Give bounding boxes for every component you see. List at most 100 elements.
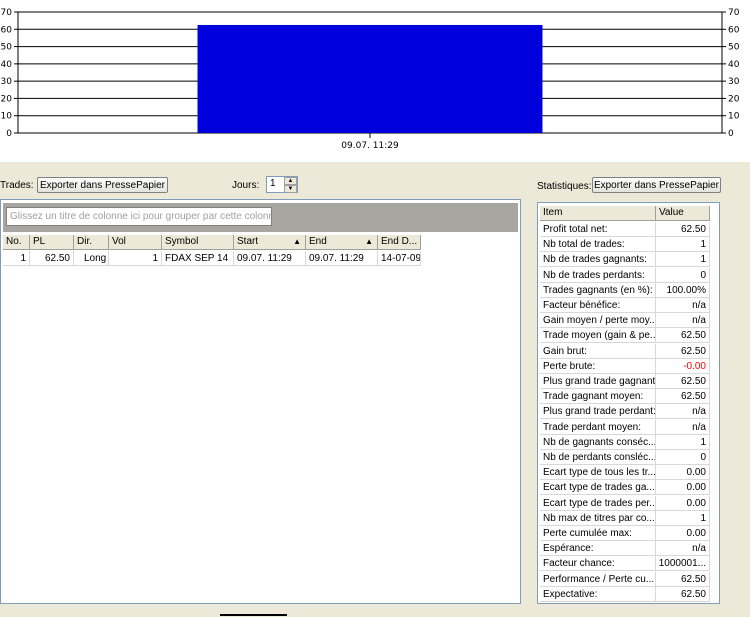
- col-header-start[interactable]: Start ▲: [234, 235, 306, 250]
- y-tick-label-left: 50: [1, 43, 13, 53]
- stats-item-label: Trade perdant moyen:: [540, 419, 656, 435]
- x-tick-label: 09.07. 11:29: [341, 141, 399, 151]
- stats-row[interactable]: Ecart type de trades per... 0.00: [540, 495, 710, 511]
- stats-item-value: 0: [656, 267, 710, 283]
- stats-item-value: 62.50: [656, 389, 710, 405]
- stats-row[interactable]: Expectative: 62.50: [540, 586, 710, 602]
- stats-row[interactable]: Espérance: n/a: [540, 541, 710, 557]
- y-tick-label-right: 10: [728, 112, 740, 122]
- stats-row[interactable]: Performance / Perte cu... 62.50: [540, 571, 710, 587]
- stats-item-value: 1: [656, 434, 710, 450]
- col-header-end[interactable]: End ▲: [306, 235, 378, 250]
- spin-up-icon[interactable]: ▲: [284, 177, 297, 185]
- stats-row[interactable]: Ecart type de tous les tr... 0.00: [540, 465, 710, 481]
- stats-item-value: 0.00: [656, 495, 710, 511]
- stats-row[interactable]: Trade perdant moyen: n/a: [540, 419, 710, 435]
- stats-row[interactable]: Nb de trades perdants: 0: [540, 267, 710, 283]
- stats-item-label: Ecart type de trades ga...: [540, 480, 656, 496]
- stats-item-value: 1000001...: [656, 556, 710, 572]
- days-label: Jours:: [232, 180, 260, 191]
- col-header-item[interactable]: Item: [540, 206, 656, 221]
- stats-row[interactable]: Perte cumulée max: 0.00: [540, 526, 710, 541]
- stats-item-value: 1: [656, 510, 710, 526]
- col-header-end-date[interactable]: End D...: [378, 235, 421, 250]
- stats-row[interactable]: Perte brute: -0.00: [540, 358, 710, 374]
- stats-item-label: Expectative:: [540, 586, 656, 602]
- stats-row[interactable]: Plus grand trade gagnant: 62.50: [540, 374, 710, 389]
- stats-export-button[interactable]: Exporter dans PressePapier: [592, 177, 721, 193]
- stats-item-label: Nb de perdants consléc...: [540, 450, 656, 465]
- splitter-handle[interactable]: [220, 614, 287, 616]
- stats-item-label: Gain moyen / perte moy...: [540, 313, 656, 329]
- cell-end: 09.07. 11:29: [306, 251, 378, 266]
- sort-asc-icon: ▲: [293, 237, 301, 246]
- y-tick-label-left: 10: [1, 112, 13, 122]
- cell-start: 09.07. 11:29: [234, 251, 306, 266]
- stats-row[interactable]: Profit total net: 62.50: [540, 222, 710, 237]
- stats-item-value: 100.00%: [656, 282, 710, 298]
- stats-item-label: Trades gagnants (en %):: [540, 282, 656, 298]
- stats-item-value: -0.00: [656, 358, 710, 374]
- col-header-dir[interactable]: Dir.: [74, 235, 109, 250]
- trades-grid[interactable]: Glissez un titre de colonne ici pour gro…: [0, 199, 521, 604]
- stats-item-label: Ecart type de tous les tr...: [540, 465, 656, 481]
- stats-item-label: Perte brute:: [540, 358, 656, 374]
- col-header-symbol[interactable]: Symbol: [162, 235, 234, 250]
- y-tick-label-right: 40: [728, 60, 740, 70]
- stats-row[interactable]: Nb de perdants consléc... 0: [540, 450, 710, 465]
- col-header-end-label: End: [309, 236, 327, 247]
- stats-item-label: Nb de trades gagnants:: [540, 252, 656, 268]
- trades-export-button[interactable]: Exporter dans PressePapier: [37, 177, 168, 193]
- y-tick-label-left: 0: [6, 129, 12, 139]
- col-header-start-label: Start: [237, 236, 259, 247]
- stats-row[interactable]: Ecart type de trades ga... 0.00: [540, 480, 710, 496]
- stats-item-value: 62.50: [656, 374, 710, 389]
- stats-item-value: n/a: [656, 419, 710, 435]
- stats-row[interactable]: Nb total de trades: 1: [540, 237, 710, 253]
- stats-item-value: n/a: [656, 298, 710, 313]
- y-tick-label-right: 60: [728, 25, 740, 35]
- stats-row[interactable]: Gain brut: 62.50: [540, 343, 710, 359]
- stats-item-value: 62.50: [656, 571, 710, 587]
- cell-dir: Long: [74, 251, 109, 266]
- col-header-no[interactable]: No.: [3, 235, 30, 250]
- stats-row[interactable]: Trade moyen (gain & pe... 62.50: [540, 328, 710, 344]
- stats-row[interactable]: Facteur chance: 1000001...: [540, 556, 710, 572]
- cell-no: 1: [3, 251, 30, 266]
- stats-row[interactable]: Nb de trades gagnants: 1: [540, 252, 710, 268]
- col-header-pl[interactable]: PL: [30, 235, 74, 250]
- stats-item-label: Gain brut:: [540, 343, 656, 359]
- stats-item-label: Nb de trades perdants:: [540, 267, 656, 283]
- col-header-value[interactable]: Value: [656, 206, 710, 221]
- stats-row[interactable]: Plus grand trade perdant: n/a: [540, 404, 710, 420]
- stats-label: Statistiques:: [537, 181, 592, 192]
- stats-row[interactable]: Gain moyen / perte moy... n/a: [540, 313, 710, 329]
- stats-row[interactable]: Trades gagnants (en %): 100.00%: [540, 282, 710, 298]
- group-hint: Glissez un titre de colonne ici pour gro…: [6, 207, 272, 226]
- cell-pl: 62.50: [30, 251, 74, 266]
- y-tick-label-left: 30: [1, 77, 13, 87]
- stats-row[interactable]: Trade gagnant moyen: 62.50: [540, 389, 710, 405]
- stats-item-value: 62.50: [656, 343, 710, 359]
- col-header-vol[interactable]: Vol: [109, 235, 162, 250]
- y-tick-label-left: 60: [1, 25, 13, 35]
- stats-item-label: Plus grand trade gagnant:: [540, 374, 656, 389]
- stats-item-label: Performance / Perte cu...: [540, 571, 656, 587]
- days-spinner[interactable]: 1 ▲ ▼: [266, 176, 298, 193]
- group-panel[interactable]: Glissez un titre de colonne ici pour gro…: [3, 203, 518, 232]
- stats-item-value: n/a: [656, 404, 710, 420]
- stats-row[interactable]: Nb de gagnants conséc... 1: [540, 434, 710, 450]
- stats-item-label: Nb de gagnants conséc...: [540, 434, 656, 450]
- stats-item-value: 62.50: [656, 586, 710, 602]
- stats-row[interactable]: Facteur bénéfice: n/a: [540, 298, 710, 313]
- y-tick-label-right: 0: [728, 129, 734, 139]
- stats-item-value: 0.00: [656, 480, 710, 496]
- spin-down-icon[interactable]: ▼: [284, 185, 297, 193]
- stats-item-label: Facteur chance:: [540, 556, 656, 572]
- stats-item-value: n/a: [656, 313, 710, 329]
- pl-chart-svg: 0 0 10 10 20 20 30 30 40 40 50 50 60 60 70 70 09.07. 11:…: [1, 8, 740, 151]
- stats-grid[interactable]: Item Value Profit total net: 62.50 Nb tota…: [537, 202, 720, 604]
- stats-item-label: Facteur bénéfice:: [540, 298, 656, 313]
- stats-row[interactable]: Nb max de titres par co... 1: [540, 510, 710, 526]
- bar: [197, 24, 543, 133]
